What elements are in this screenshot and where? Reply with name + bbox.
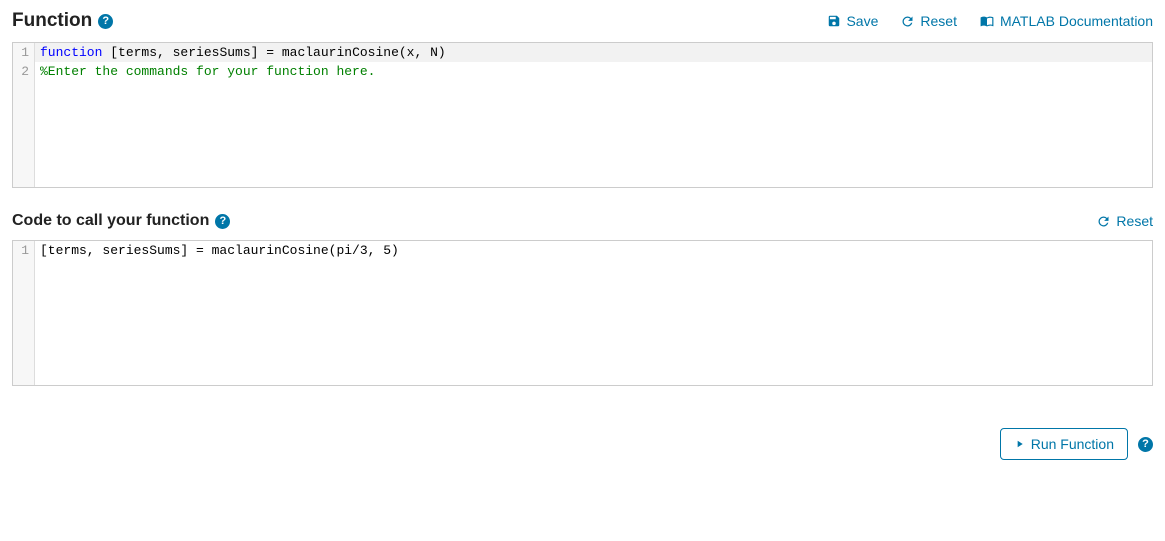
- save-button[interactable]: Save: [827, 13, 878, 29]
- caller-header: Code to call your function ? Reset: [12, 212, 1153, 230]
- docs-label: MATLAB Documentation: [1000, 13, 1153, 29]
- caller-code-editor[interactable]: 1 [terms, seriesSums] = maclaurinCosine(…: [12, 240, 1153, 386]
- save-icon: [827, 14, 841, 28]
- comment: %Enter the commands for your function he…: [40, 64, 375, 79]
- gutter: [13, 260, 35, 385]
- caller-title: Code to call your function: [12, 212, 209, 230]
- gutter: [13, 81, 35, 187]
- function-toolbar: Save Reset MATLAB Documentation: [827, 13, 1153, 29]
- function-header: Function ? Save Reset MATLAB Documentati…: [12, 10, 1153, 32]
- code-content[interactable]: [terms, seriesSums] = maclaurinCosine(pi…: [35, 241, 1152, 260]
- line-number: 1: [13, 43, 35, 62]
- code-text: [terms, seriesSums] = maclaurinCosine(pi…: [40, 243, 399, 258]
- caller-title-group: Code to call your function ?: [12, 212, 230, 230]
- editor-empty-area[interactable]: [13, 81, 1152, 187]
- reset-label: Reset: [920, 13, 957, 29]
- function-section: Function ? Save Reset MATLAB Documentati…: [12, 10, 1153, 188]
- caller-line-1: 1 [terms, seriesSums] = maclaurinCosine(…: [13, 241, 1152, 260]
- reset-icon: [900, 14, 915, 29]
- reset-caller-label: Reset: [1116, 213, 1153, 229]
- help-icon[interactable]: ?: [215, 214, 230, 229]
- reset-button[interactable]: Reset: [900, 13, 957, 29]
- function-title-group: Function ?: [12, 10, 113, 32]
- line-number: 1: [13, 241, 35, 260]
- code-content[interactable]: %Enter the commands for your function he…: [35, 62, 1152, 81]
- run-function-button[interactable]: Run Function: [1000, 428, 1128, 460]
- book-icon: [979, 14, 995, 28]
- reset-caller-button[interactable]: Reset: [1096, 213, 1153, 229]
- line-number: 2: [13, 62, 35, 81]
- help-icon[interactable]: ?: [1138, 437, 1153, 452]
- editor-empty-area[interactable]: [13, 260, 1152, 385]
- function-title: Function: [12, 10, 92, 32]
- help-icon[interactable]: ?: [98, 14, 113, 29]
- code-text: [terms, seriesSums] = maclaurinCosine(x,…: [102, 45, 445, 60]
- function-code-editor[interactable]: 1 function [terms, seriesSums] = maclaur…: [12, 42, 1153, 188]
- caller-toolbar: Reset: [1096, 213, 1153, 229]
- play-icon: [1014, 438, 1025, 450]
- code-line-2: 2 %Enter the commands for your function …: [13, 62, 1152, 81]
- code-line-1: 1 function [terms, seriesSums] = maclaur…: [13, 43, 1152, 62]
- keyword: function: [40, 45, 102, 60]
- footer: Run Function ?: [12, 410, 1153, 460]
- run-label: Run Function: [1031, 436, 1114, 452]
- save-label: Save: [846, 13, 878, 29]
- reset-icon: [1096, 214, 1111, 229]
- caller-section: Code to call your function ? Reset 1 [te…: [12, 212, 1153, 386]
- docs-button[interactable]: MATLAB Documentation: [979, 13, 1153, 29]
- code-content[interactable]: function [terms, seriesSums] = maclaurin…: [35, 43, 1152, 62]
